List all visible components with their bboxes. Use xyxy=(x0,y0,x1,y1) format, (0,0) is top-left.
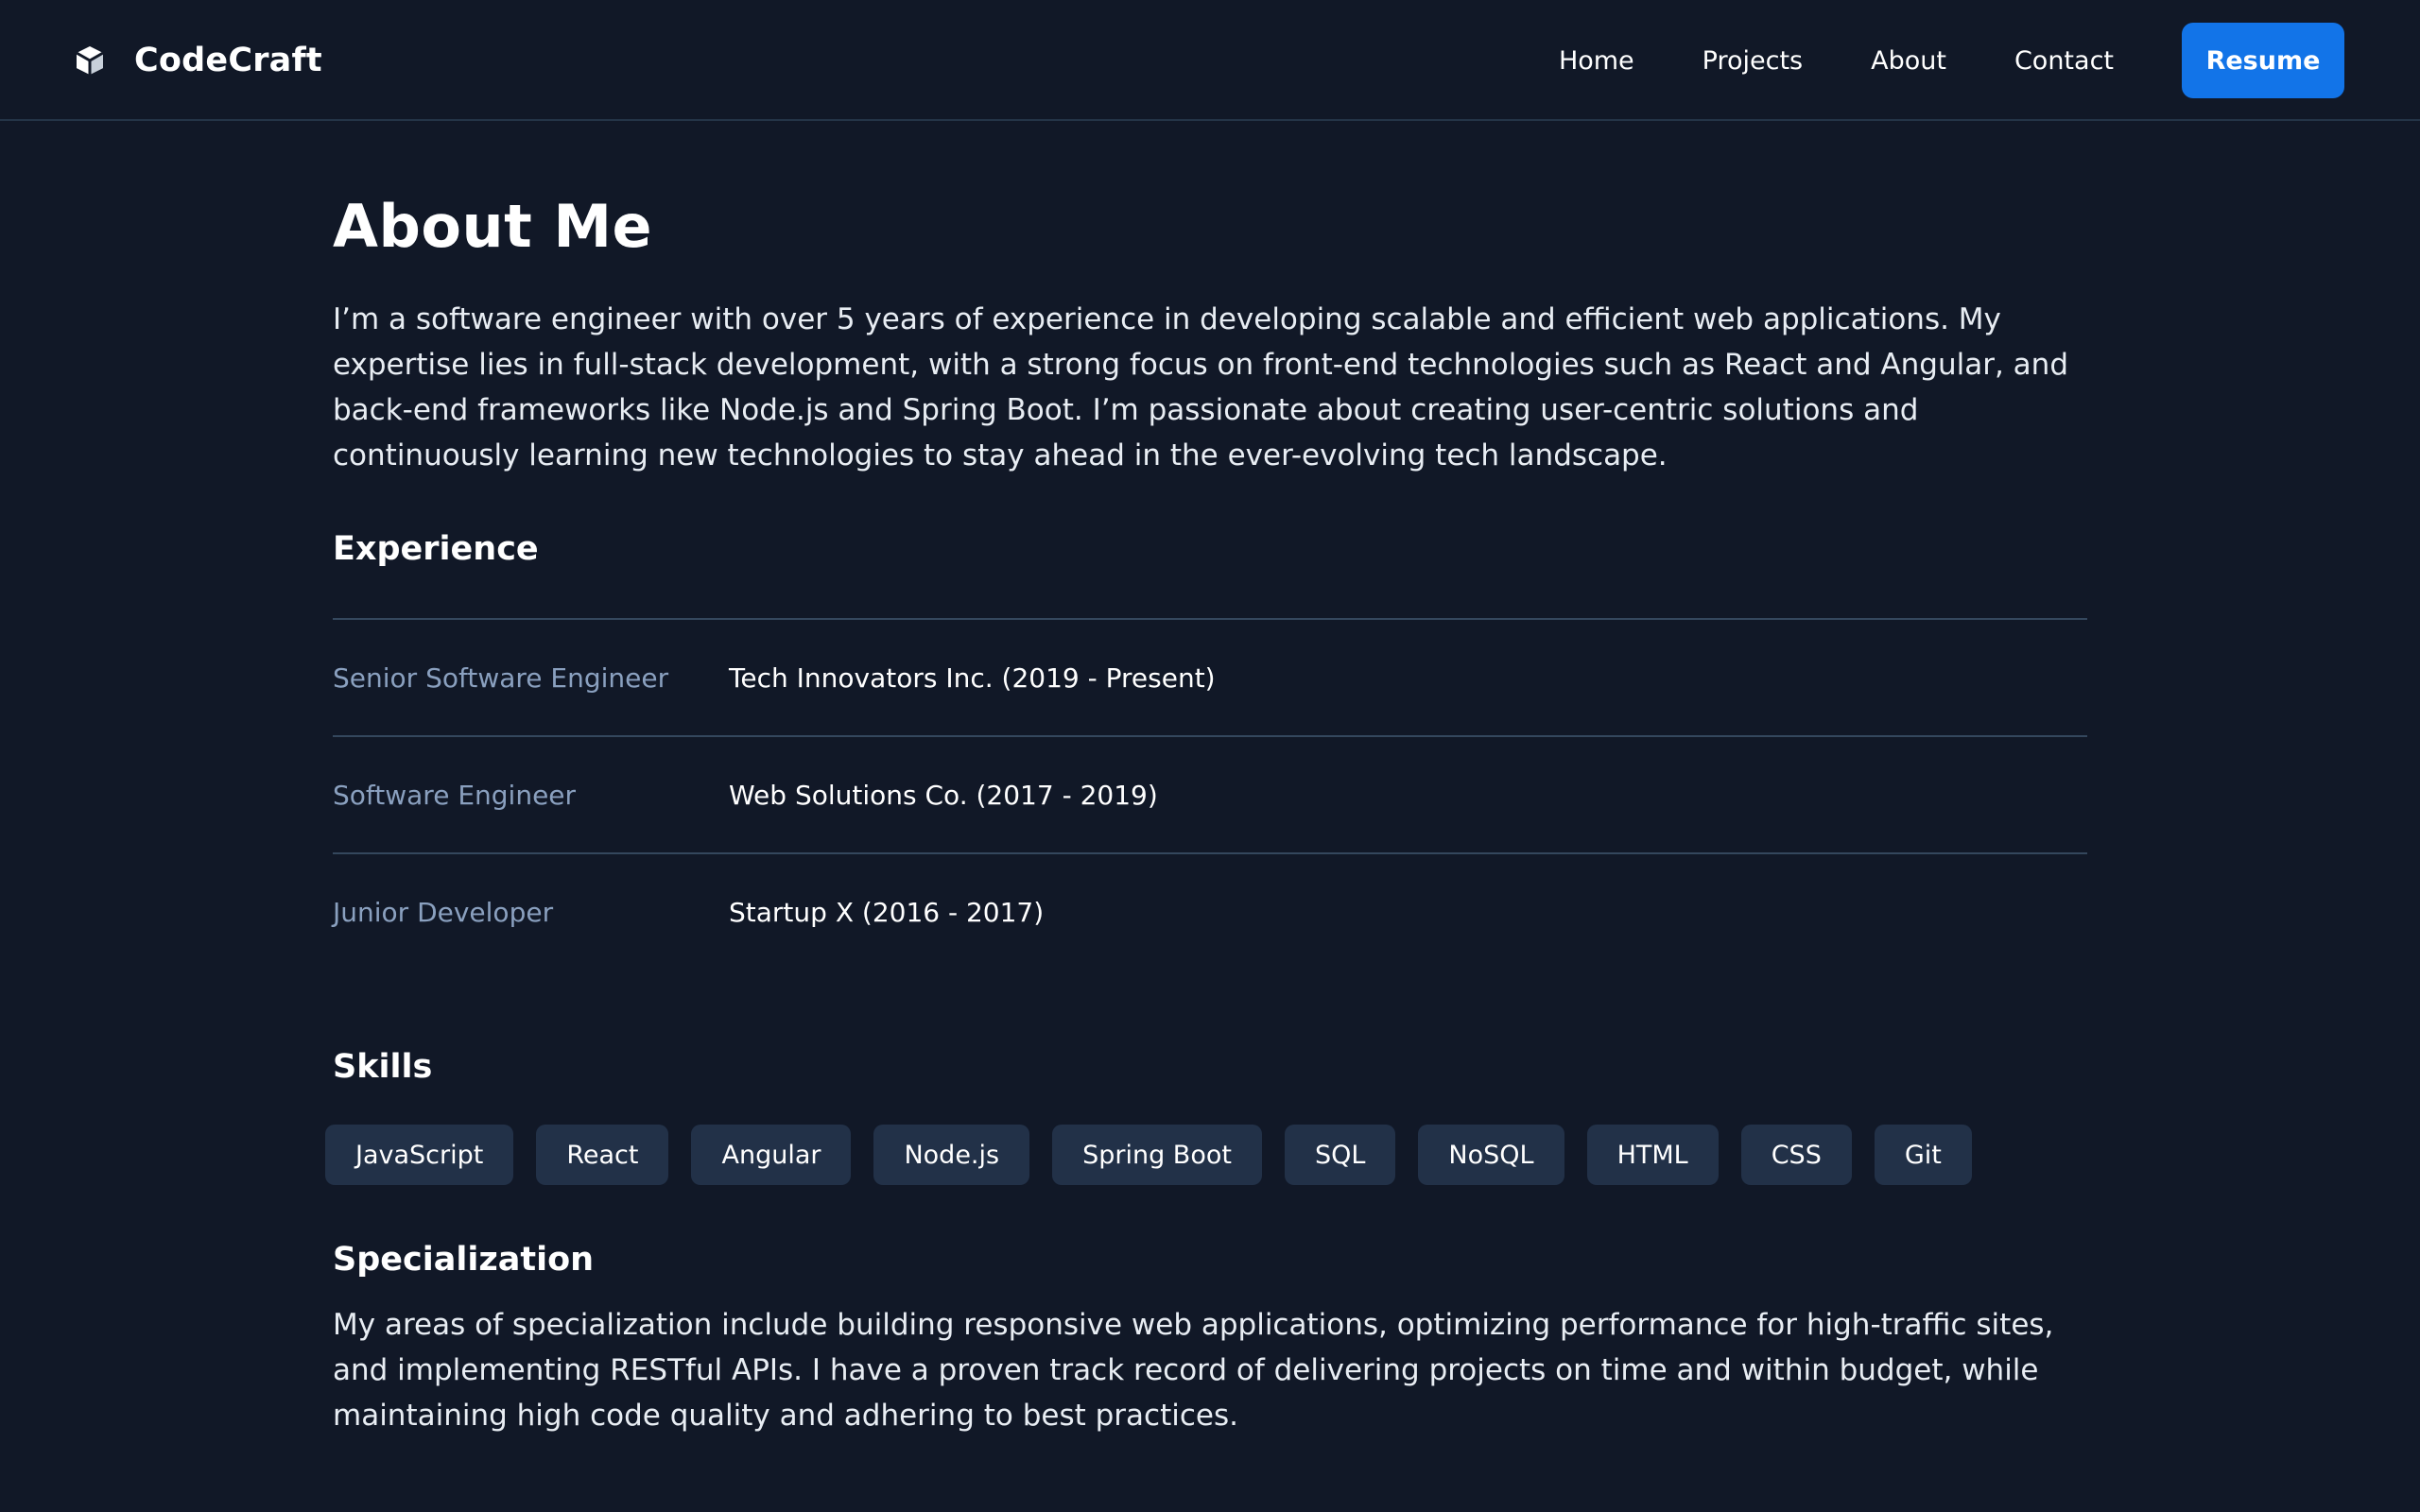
experience-row: Senior Software Engineer Tech Innovators… xyxy=(333,618,2087,735)
brand[interactable]: CodeCraft xyxy=(74,36,322,85)
skill-chip: Angular xyxy=(691,1125,852,1185)
resume-button[interactable]: Resume xyxy=(2182,23,2344,98)
experience-company: Tech Innovators Inc. (2019 - Present) xyxy=(729,662,1216,694)
skill-chip: Spring Boot xyxy=(1052,1125,1262,1185)
cube-icon xyxy=(74,44,106,77)
nav-home[interactable]: Home xyxy=(1559,46,1634,76)
skill-chip: CSS xyxy=(1740,1125,1852,1185)
experience-company: Web Solutions Co. (2017 - 2019) xyxy=(729,779,1158,811)
experience-row: Junior Developer Startup X (2016 - 2017) xyxy=(333,852,2087,970)
skill-chip: Node.js xyxy=(873,1125,1030,1185)
specialization-heading: Specialization xyxy=(333,1241,595,1279)
nav-about[interactable]: About xyxy=(1871,46,1946,76)
brand-name: CodeCraft xyxy=(134,42,322,79)
skill-chip: NoSQL xyxy=(1418,1125,1564,1185)
skill-chip: JavaScript xyxy=(325,1125,514,1185)
skill-chip: Git xyxy=(1874,1125,1972,1185)
skills-heading: Skills xyxy=(333,1048,433,1086)
experience-list: Senior Software Engineer Tech Innovators… xyxy=(333,618,2087,970)
experience-heading: Experience xyxy=(333,530,539,568)
page-title: About Me xyxy=(333,192,653,261)
experience-role: Junior Developer xyxy=(333,896,554,928)
experience-row: Software Engineer Web Solutions Co. (201… xyxy=(333,735,2087,852)
experience-role: Senior Software Engineer xyxy=(333,662,669,694)
about-content: About Me I’m a software engineer with ov… xyxy=(325,189,2087,1438)
main-nav: Home Projects About Contact Resume xyxy=(1559,23,2344,98)
experience-role: Software Engineer xyxy=(333,779,577,811)
nav-contact[interactable]: Contact xyxy=(2014,46,2114,76)
skills-list: JavaScript React Angular Node.js Spring … xyxy=(325,1125,2087,1187)
site-header: CodeCraft Home Projects About Contact Re… xyxy=(0,0,2420,121)
experience-company: Startup X (2016 - 2017) xyxy=(729,896,1045,928)
specialization-paragraph: My areas of specialization include build… xyxy=(333,1308,2054,1433)
skill-chip: React xyxy=(536,1125,669,1185)
skill-chip: HTML xyxy=(1586,1125,1719,1185)
skill-chip: SQL xyxy=(1284,1125,1396,1185)
nav-projects[interactable]: Projects xyxy=(1703,46,1803,76)
intro-paragraph: I’m a software engineer with over 5 year… xyxy=(333,302,2069,472)
